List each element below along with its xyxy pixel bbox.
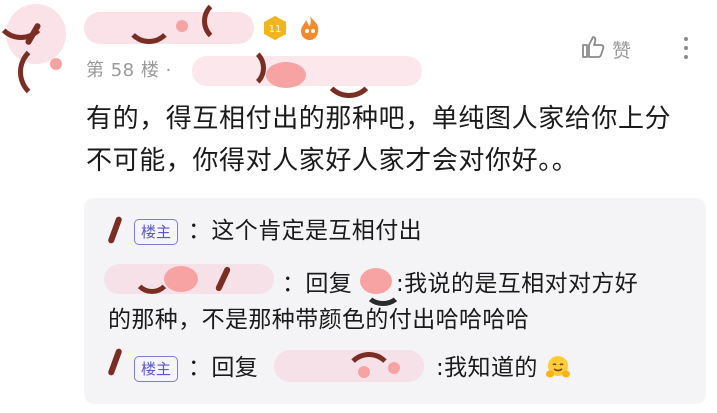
reply-target-mask: [274, 344, 434, 388]
level-badge-icon: 11: [262, 15, 288, 41]
op-tag: 楼主: [134, 219, 179, 245]
level-badge-text: 11: [269, 24, 282, 35]
reply-prefix: ：回复: [188, 355, 259, 381]
avatar-mask: [0, 0, 80, 102]
reply-user-mask: [107, 215, 123, 245]
username-mask: [84, 0, 254, 48]
reply-box: 楼主 ：这个肯定是互相付出 ：回复 :我说的是互相对对方好 的那种，不是那种带颜…: [84, 198, 706, 404]
more-options-button[interactable]: [676, 32, 696, 68]
reply-target-mask: [360, 266, 402, 306]
op-tag: 楼主: [134, 356, 179, 382]
floor-label: 第 58 楼 ·: [86, 60, 172, 81]
like-label: 赞: [612, 39, 632, 62]
hugging-face-emoji: [545, 354, 571, 380]
reply-text: ：这个肯定是互相付出: [188, 218, 422, 244]
thumbs-up-icon: [580, 34, 606, 64]
reply-user-mask: [107, 347, 123, 377]
like-button[interactable]: 赞: [580, 34, 631, 64]
reply-text: :我知道的: [436, 352, 571, 384]
reply-user-mask: [104, 256, 274, 300]
reply-text: :我说的是互相对对方好: [396, 271, 639, 297]
reply-prefix: ：回复: [282, 271, 353, 297]
flame-badge-icon: [296, 14, 324, 42]
post-content: 有的，得互相付出的那种吧，单纯图人家给你上分不可能，你得对人家好人家才会对你好。…: [86, 104, 672, 176]
more-vertical-icon: [676, 37, 696, 59]
time-mask: [192, 46, 422, 98]
reply-text-cont: 的那种，不是那种带颜色的付出哈哈哈哈: [108, 307, 530, 333]
reply-text-value: :我知道的: [436, 355, 538, 381]
